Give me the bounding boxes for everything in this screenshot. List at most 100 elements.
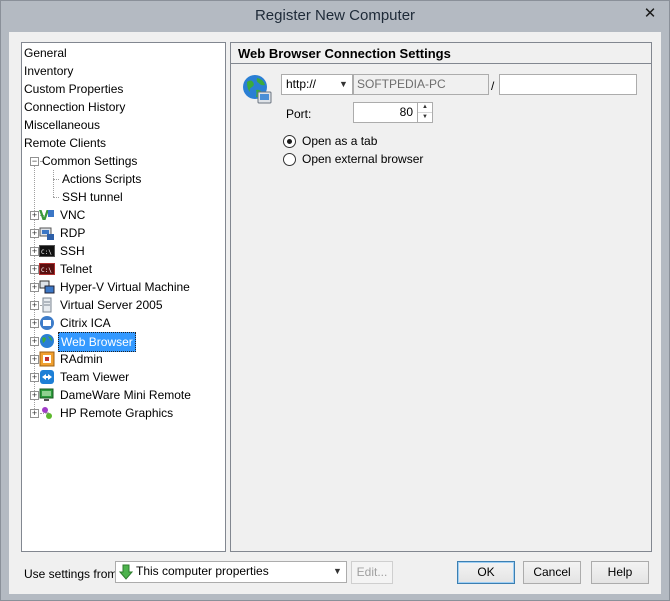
- tree-item-team-viewer[interactable]: + Team Viewer: [22, 368, 225, 386]
- cancel-button[interactable]: Cancel: [523, 561, 581, 584]
- expand-icon[interactable]: +: [30, 337, 39, 346]
- tree-item-common-settings[interactable]: − Common Settings: [22, 152, 225, 170]
- expand-icon[interactable]: +: [30, 211, 39, 220]
- ok-button[interactable]: OK: [457, 561, 515, 584]
- hp-rgs-icon: [39, 405, 55, 421]
- ssh-terminal-icon: C:\: [39, 243, 55, 259]
- open-external-browser-option[interactable]: Open external browser: [283, 151, 483, 167]
- expand-icon[interactable]: +: [30, 229, 39, 238]
- tree-item-label: Team Viewer: [60, 370, 130, 384]
- tree-item-label: Common Settings: [42, 154, 138, 168]
- host-field[interactable]: SOFTPEDIA-PC: [353, 74, 489, 95]
- tree-item-connection-history[interactable]: Connection History: [22, 98, 225, 116]
- tree-item-web-browser[interactable]: + Web Browser: [22, 332, 225, 352]
- tree-item-hp-remote-graphics[interactable]: + HP Remote Graphics: [22, 404, 225, 422]
- tree-item-label: HP Remote Graphics: [60, 406, 174, 420]
- open-as-tab-radio[interactable]: [283, 135, 296, 148]
- settings-header: Web Browser Connection Settings: [231, 43, 651, 64]
- tree-item-label: General: [24, 46, 67, 60]
- settings-tree[interactable]: General Inventory Custom Properties Connect…: [21, 42, 226, 552]
- collapse-icon[interactable]: −: [30, 157, 39, 166]
- tree-item-virtual-server-2005[interactable]: + Virtual Server 2005: [22, 296, 225, 314]
- tree-item-ssh[interactable]: + C:\ SSH: [22, 242, 225, 260]
- tree-item-ssh-tunnel[interactable]: SSH tunnel: [22, 188, 225, 206]
- protocol-value: http://: [286, 77, 317, 91]
- title-bar[interactable]: Register New Computer ✕: [1, 1, 669, 31]
- arrow-down-green-icon: [119, 564, 133, 580]
- expand-icon[interactable]: +: [30, 265, 39, 274]
- spin-down-icon[interactable]: ▼: [418, 112, 432, 121]
- hyper-v-icon: [39, 279, 55, 295]
- open-as-tab-label: Open as a tab: [302, 134, 378, 148]
- dameware-icon: [39, 387, 55, 403]
- tree-item-vnc[interactable]: + V VNC: [22, 206, 225, 224]
- expand-icon[interactable]: +: [30, 373, 39, 382]
- open-external-browser-label: Open external browser: [302, 152, 424, 166]
- expand-icon[interactable]: +: [30, 301, 39, 310]
- tree-item-label: DameWare Mini Remote: [60, 388, 191, 402]
- tree-item-label: Inventory: [24, 64, 74, 78]
- tree-item-telnet[interactable]: + C:\ Telnet: [22, 260, 225, 278]
- expand-icon[interactable]: +: [30, 319, 39, 328]
- chevron-down-icon[interactable]: ▼: [335, 75, 352, 94]
- tree-item-remote-clients[interactable]: Remote Clients: [22, 134, 225, 152]
- tree-item-rdp[interactable]: + RDP: [22, 224, 225, 242]
- tree-item-label: Remote Clients: [24, 136, 107, 150]
- spin-up-icon[interactable]: ▲: [418, 103, 432, 112]
- expand-icon[interactable]: +: [30, 247, 39, 256]
- tree-item-citrix-ica[interactable]: + Citrix ICA: [22, 314, 225, 332]
- port-label: Port:: [286, 107, 312, 121]
- edit-button[interactable]: Edit...: [351, 561, 393, 584]
- tree-item-label: Actions Scripts: [62, 172, 142, 186]
- tree-item-label: Custom Properties: [24, 82, 124, 96]
- settings-panel: Web Browser Connection Settings http:// …: [230, 42, 652, 552]
- citrix-icon: [39, 315, 55, 331]
- use-settings-select[interactable]: This computer properties ▼: [115, 561, 347, 583]
- chevron-down-icon[interactable]: ▼: [329, 562, 346, 581]
- tree-guide-line: [53, 179, 59, 180]
- expand-icon[interactable]: +: [30, 391, 39, 400]
- tree-item-label: Miscellaneous: [24, 118, 101, 132]
- tree-item-label: RDP: [60, 226, 86, 240]
- tree-item-general[interactable]: General: [22, 44, 225, 62]
- port-stepper[interactable]: 80 ▲ ▼: [353, 102, 433, 123]
- use-settings-label: Use settings from:: [24, 567, 121, 581]
- radmin-icon: [39, 351, 55, 367]
- tree-item-dameware-mini-remote[interactable]: + DameWare Mini Remote: [22, 386, 225, 404]
- use-settings-value: This computer properties: [136, 564, 269, 578]
- tree-item-label: Citrix ICA: [60, 316, 111, 330]
- virtual-server-icon: [39, 297, 55, 313]
- close-button[interactable]: ✕: [637, 5, 663, 23]
- open-external-browser-radio[interactable]: [283, 153, 296, 166]
- tree-item-miscellaneous[interactable]: Miscellaneous: [22, 116, 225, 134]
- tree-item-custom-properties[interactable]: Custom Properties: [22, 80, 225, 98]
- tree-item-label: Hyper-V Virtual Machine: [60, 280, 190, 294]
- tree-item-inventory[interactable]: Inventory: [22, 62, 225, 80]
- tree-item-radmin[interactable]: + RAdmin: [22, 350, 225, 368]
- expand-icon[interactable]: +: [30, 355, 39, 364]
- tree-item-label: VNC: [60, 208, 86, 222]
- port-spin-buttons[interactable]: ▲ ▼: [417, 103, 432, 122]
- tree-item-actions-scripts[interactable]: Actions Scripts: [22, 170, 225, 188]
- help-button[interactable]: Help: [591, 561, 649, 584]
- window-title: Register New Computer: [254, 7, 416, 24]
- protocol-select[interactable]: http:// ▼: [281, 74, 353, 95]
- tree-item-hyper-v-virtual-machine[interactable]: + Hyper-V Virtual Machine: [22, 278, 225, 296]
- svg-text:V: V: [39, 209, 49, 223]
- telnet-terminal-icon: C:\: [39, 261, 55, 277]
- teamviewer-icon: [39, 369, 55, 385]
- tree-item-label: RAdmin: [60, 352, 103, 366]
- tree-guide-line: [53, 197, 59, 198]
- vnc-icon: V: [39, 207, 55, 224]
- path-field[interactable]: [499, 74, 637, 95]
- web-browser-globe-icon: [243, 75, 272, 104]
- tree-item-label: SSH: [60, 244, 85, 258]
- dialog-client-area: General Inventory Custom Properties Connect…: [9, 32, 661, 594]
- open-as-tab-option[interactable]: Open as a tab: [283, 133, 483, 149]
- rdp-icon: [39, 225, 55, 241]
- tree-item-label: SSH tunnel: [62, 190, 123, 204]
- tree-item-label: Virtual Server 2005: [60, 298, 163, 312]
- tree-item-label: Telnet: [60, 262, 93, 276]
- expand-icon[interactable]: +: [30, 283, 39, 292]
- expand-icon[interactable]: +: [30, 409, 39, 418]
